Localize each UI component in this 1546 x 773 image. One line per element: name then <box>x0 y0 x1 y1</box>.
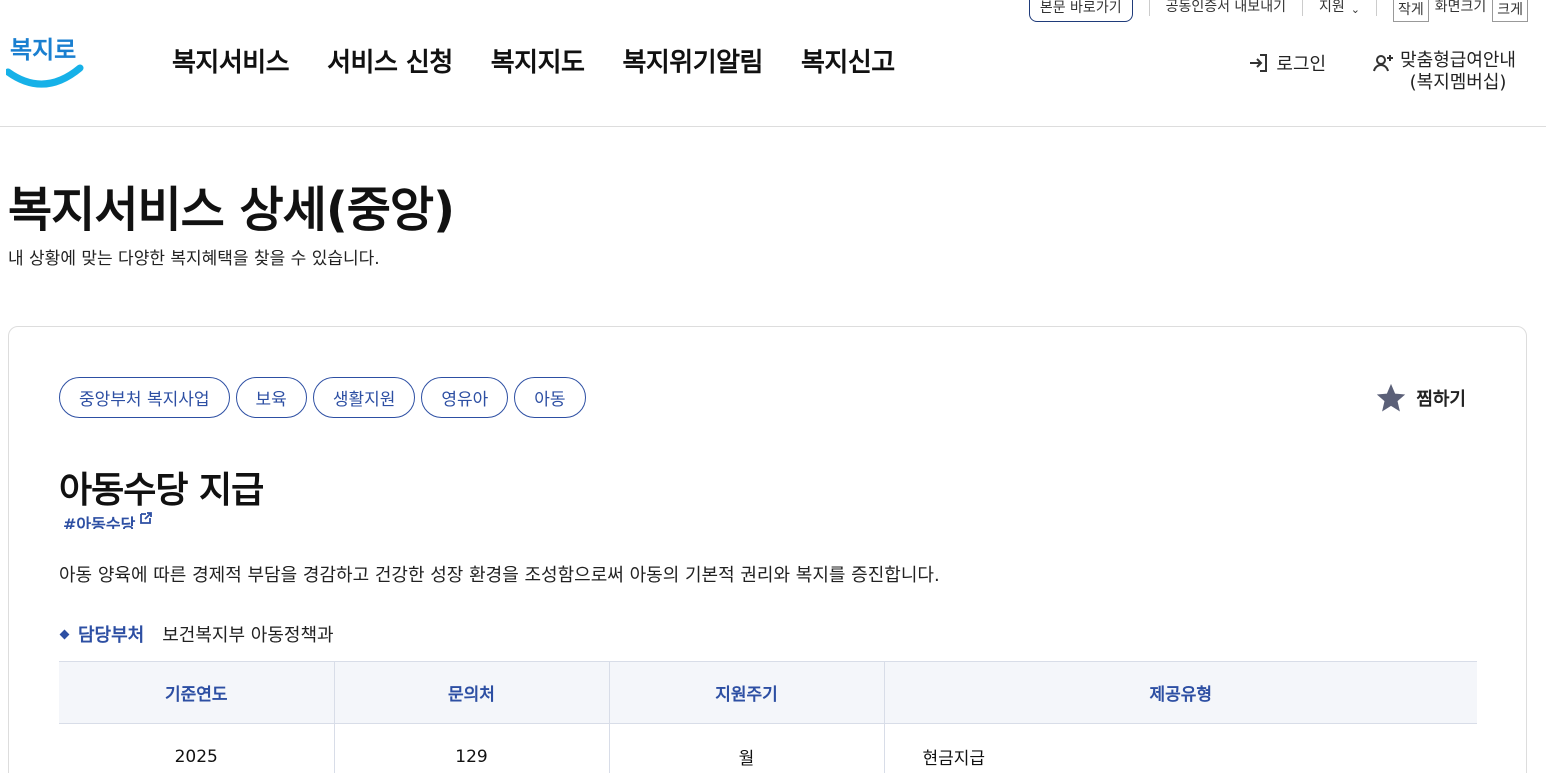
site-header: 복지로 복지서비스 서비스 신청 복지지도 복지위기알림 복지신고 로그인 맞춤… <box>0 0 1546 127</box>
tag-infant[interactable]: 영유아 <box>421 377 509 418</box>
tag-childcare[interactable]: 보육 <box>235 377 307 418</box>
nav-service-application[interactable]: 서비스 신청 <box>327 42 453 79</box>
external-link-icon <box>140 512 153 524</box>
table-row: 2025 129 월 현금지급 <box>59 723 1477 773</box>
tag-living-support[interactable]: 생활지원 <box>312 377 416 418</box>
category-tags: 중앙부처 복지사업 보육 생활지원 영유아 아동 <box>59 377 586 418</box>
favorite-label: 찜하기 <box>1416 389 1466 410</box>
cell-provision-type: 현금지급 <box>922 749 986 770</box>
main-nav: 복지서비스 서비스 신청 복지지도 복지위기알림 복지신고 <box>172 42 933 79</box>
service-description: 아동 양육에 따른 경제적 부담을 경감하고 건강한 성장 환경을 조성함으로써… <box>59 565 940 586</box>
nav-welfare-crisis-alert[interactable]: 복지위기알림 <box>622 42 763 79</box>
cell-contact: 129 <box>334 723 610 773</box>
tag-child[interactable]: 아동 <box>514 377 586 418</box>
custom-benefit-line1: 맞춤형급여안내 <box>1400 50 1516 71</box>
table-header-row: 기준연도 문의처 지원주기 제공유형 <box>59 661 1477 724</box>
header-contact: 문의처 <box>334 661 610 724</box>
custom-benefit-line2: (복지멤버십) <box>1409 72 1507 93</box>
cell-support-cycle: 월 <box>609 723 885 773</box>
department-row: 담당부처 보건복지부 아동정책과 <box>59 621 334 647</box>
header-support-cycle: 지원주기 <box>609 661 885 724</box>
hashtag-text: #아동수당 <box>63 515 136 529</box>
tag-central-ministry[interactable]: 중앙부처 복지사업 <box>59 377 230 418</box>
service-detail-card: 중앙부처 복지사업 보육 생활지원 영유아 아동 찜하기 아동수당 지급 #아동… <box>8 326 1527 773</box>
login-label: 로그인 <box>1276 54 1327 75</box>
nav-welfare-services[interactable]: 복지서비스 <box>172 42 290 79</box>
department-label: 담당부처 <box>78 625 145 646</box>
hashtag-link[interactable]: #아동수당 <box>63 511 153 529</box>
diamond-bullet-icon <box>59 629 70 639</box>
nav-welfare-map[interactable]: 복지지도 <box>491 42 585 79</box>
user-add-icon <box>1373 55 1394 72</box>
cell-base-year: 2025 <box>59 723 335 773</box>
service-title: 아동수당 지급 <box>59 470 264 511</box>
login-button[interactable]: 로그인 <box>1248 50 1326 76</box>
nav-welfare-report[interactable]: 복지신고 <box>801 42 895 79</box>
page-title: 복지서비스 상세(중앙) <box>8 182 455 238</box>
login-icon <box>1250 54 1268 72</box>
header-provision-type: 제공유형 <box>884 661 1477 724</box>
logo-text: 복지로 <box>10 36 76 64</box>
department-value: 보건복지부 아동정책과 <box>162 625 334 646</box>
custom-benefit-button[interactable]: 맞춤형급여안내 (복지멤버십) <box>1372 50 1516 94</box>
star-icon <box>1377 383 1406 412</box>
favorite-button[interactable]: 찜하기 <box>1374 381 1466 415</box>
header-base-year: 기준연도 <box>59 661 335 724</box>
page-subtitle: 내 상황에 맞는 다양한 복지혜택을 찾을 수 있습니다. <box>8 249 380 269</box>
service-info-table: 기준연도 문의처 지원주기 제공유형 2025 129 월 현금지급 <box>59 661 1477 773</box>
header-actions: 로그인 맞춤형급여안내 (복지멤버십) <box>1248 50 1516 94</box>
bokjiro-logo[interactable]: 복지로 <box>6 28 84 90</box>
custom-benefit-label: 맞춤형급여안내 (복지멤버십) <box>1400 50 1516 94</box>
